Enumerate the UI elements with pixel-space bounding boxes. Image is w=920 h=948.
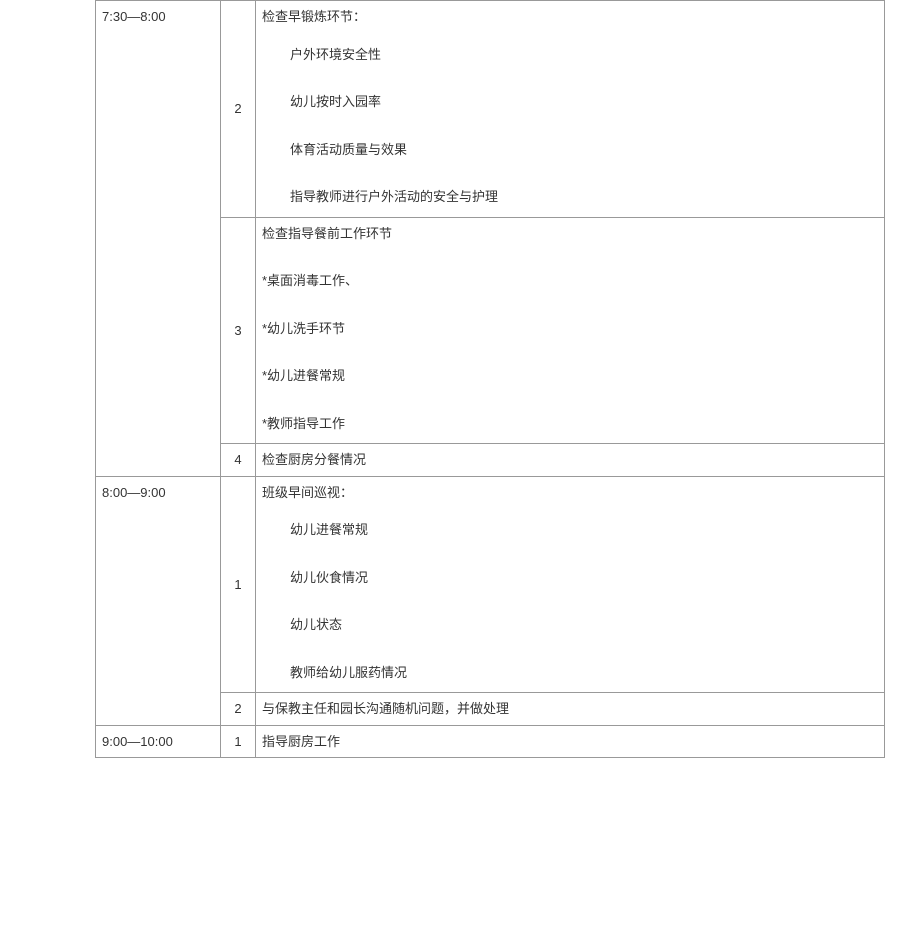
desc-text: 与保教主任和园长沟通随机问题，并做处理	[262, 699, 878, 719]
desc-item: 幼儿伙食情况	[262, 568, 878, 588]
desc-text: 指导厨房工作	[262, 732, 878, 752]
num-cell: 4	[221, 444, 256, 477]
desc-text: 检查厨房分餐情况	[262, 450, 878, 470]
table-row: 9:00—10:001 指导厨房工作	[96, 725, 885, 758]
desc-item: 教师给幼儿服药情况	[262, 663, 878, 683]
time-cell: 7:30—8:00	[96, 1, 221, 477]
num-cell: 2	[221, 693, 256, 726]
desc-head: 检查早锻炼环节：	[262, 7, 878, 27]
desc-item: 幼儿按时入园率	[262, 92, 878, 112]
desc-cell: 检查指导餐前工作环节 *桌面消毒工作、 *幼儿洗手环节 *幼儿进餐常规 *教师指导工作	[256, 217, 885, 444]
desc-head: 班级早间巡视：	[262, 483, 878, 503]
time-cell: 9:00—10:00	[96, 725, 221, 758]
desc-item: 户外环境安全性	[262, 45, 878, 65]
desc-item: 指导教师进行户外活动的安全与护理	[262, 187, 878, 207]
desc-cell: 检查早锻炼环节： 户外环境安全性幼儿按时入园率体育活动质量与效果指导教师进行户外活…	[256, 1, 885, 218]
desc-item: 幼儿进餐常规	[262, 520, 878, 540]
table-row: 7:30—8:002检查早锻炼环节：户外环境安全性幼儿按时入园率体育活动质量与效…	[96, 1, 885, 218]
num-cell: 3	[221, 217, 256, 444]
desc-item: 幼儿状态	[262, 615, 878, 635]
desc-line: *幼儿进餐常规	[262, 366, 878, 386]
table-row: 8:00—9:001班级早间巡视：幼儿进餐常规幼儿伙食情况幼儿状态教师给幼儿服药…	[96, 476, 885, 693]
desc-line: *桌面消毒工作、	[262, 271, 878, 291]
desc-cell: 检查厨房分餐情况	[256, 444, 885, 477]
desc-item: 体育活动质量与效果	[262, 140, 878, 160]
desc-cell: 班级早间巡视： 幼儿进餐常规幼儿伙食情况幼儿状态教师给幼儿服药情况	[256, 476, 885, 693]
num-cell: 1	[221, 725, 256, 758]
num-cell: 2	[221, 1, 256, 218]
schedule-table: 7:30—8:002检查早锻炼环节：户外环境安全性幼儿按时入园率体育活动质量与效…	[95, 0, 885, 758]
desc-line: 检查指导餐前工作环节	[262, 224, 878, 244]
desc-cell: 与保教主任和园长沟通随机问题，并做处理	[256, 693, 885, 726]
desc-cell: 指导厨房工作	[256, 725, 885, 758]
time-cell: 8:00—9:00	[96, 476, 221, 725]
num-cell: 1	[221, 476, 256, 693]
desc-line: *幼儿洗手环节	[262, 319, 878, 339]
desc-line: *教师指导工作	[262, 414, 878, 434]
